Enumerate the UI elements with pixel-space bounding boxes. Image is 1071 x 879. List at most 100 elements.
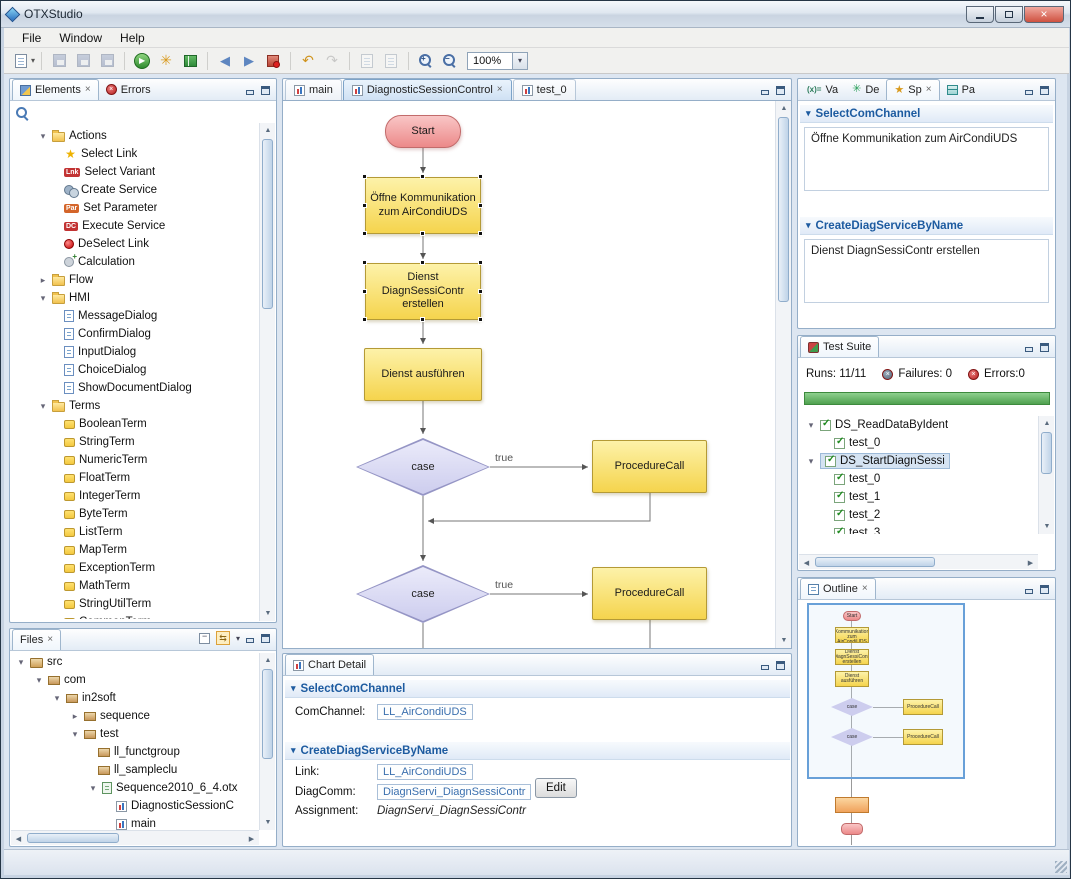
- tree-item-select-variant[interactable]: LnkSelect Variant: [12, 163, 258, 181]
- creatediagservice-description-text[interactable]: Dienst DiagnSessiContr erstellen: [804, 239, 1049, 303]
- tree-item-integerterm[interactable]: IntegerTerm: [12, 487, 258, 505]
- selection-handle[interactable]: [478, 174, 483, 179]
- tree-item-calculation[interactable]: Calculation: [12, 253, 258, 271]
- tree-item-terms[interactable]: Terms: [12, 397, 258, 415]
- selection-handle[interactable]: [420, 317, 425, 322]
- library-button[interactable]: [179, 50, 201, 72]
- mini-end-node[interactable]: [841, 823, 863, 835]
- expand-arrow[interactable]: [70, 728, 80, 740]
- collapse-all-icon[interactable]: [199, 633, 210, 644]
- tree-item-ds-startdiagnsessi[interactable]: DS_StartDiagnSessi: [800, 452, 1038, 470]
- tree-item-test-0b[interactable]: test_0: [800, 470, 1038, 488]
- tree-item-floatterm[interactable]: FloatTerm: [12, 469, 258, 487]
- expand-arrow[interactable]: [34, 674, 44, 686]
- tab-close-icon[interactable]: ×: [497, 85, 503, 95]
- zoom-out-button[interactable]: −: [439, 50, 461, 72]
- test-suite-minimize-icon[interactable]: [1025, 343, 1034, 352]
- save-button[interactable]: [48, 50, 70, 72]
- tree-item-listterm[interactable]: ListTerm: [12, 523, 258, 541]
- tab-test-0[interactable]: test_0: [513, 79, 576, 100]
- flow-decision-case-2[interactable]: case: [356, 565, 490, 623]
- outline-viewport[interactable]: [807, 603, 965, 779]
- tab-elements[interactable]: Elements ×: [12, 79, 99, 100]
- scrollbar-thumb[interactable]: [815, 557, 935, 567]
- outline-minimize-icon[interactable]: [1025, 585, 1034, 594]
- tab-diagnosticsessioncontrol[interactable]: DiagnosticSessionControl ×: [343, 79, 512, 100]
- save-as-button[interactable]: [72, 50, 94, 72]
- menu-help[interactable]: Help: [112, 29, 153, 47]
- undo-button[interactable]: ↶: [297, 50, 319, 72]
- scrollbar-thumb[interactable]: [262, 669, 273, 759]
- mini-action-node[interactable]: Dienst ausführen: [835, 671, 869, 687]
- expand-arrow[interactable]: [70, 710, 80, 722]
- tab-close-icon[interactable]: ×: [926, 85, 932, 95]
- tab-close-icon[interactable]: ×: [862, 584, 868, 594]
- tree-item-booleanterm[interactable]: BooleanTerm: [12, 415, 258, 433]
- run-button[interactable]: ▶: [131, 50, 153, 72]
- title-bar[interactable]: OTXStudio ×: [1, 1, 1070, 28]
- tree-item-numericterm[interactable]: NumericTerm: [12, 451, 258, 469]
- flow-action-selectcomchannel[interactable]: Öffne Kommunikation zum AirCondiUDS: [365, 177, 481, 234]
- files-hscrollbar[interactable]: ◀ ▶: [11, 830, 259, 845]
- tree-item-in2soft[interactable]: in2soft: [12, 689, 260, 707]
- chart-detail-minimize-icon[interactable]: [761, 661, 770, 670]
- test-suite-hscrollbar[interactable]: ◀ ▶: [799, 554, 1038, 569]
- section-selectcomchannel[interactable]: SelectComChannel: [285, 680, 790, 698]
- tree-item-hmi[interactable]: HMI: [12, 289, 258, 307]
- tree-item-commonterm[interactable]: CommonTerm: [12, 613, 258, 619]
- selection-handle[interactable]: [420, 260, 425, 265]
- tree-item-exceptionterm[interactable]: ExceptionTerm: [12, 559, 258, 577]
- properties-maximize-icon[interactable]: [1040, 86, 1049, 95]
- selection-handle[interactable]: [362, 289, 367, 294]
- editor-maximize-icon[interactable]: [776, 86, 785, 95]
- selection-handle[interactable]: [362, 317, 367, 322]
- selection-handle[interactable]: [478, 289, 483, 294]
- expand-arrow[interactable]: [806, 419, 816, 431]
- tree-item-messagedialog[interactable]: MessageDialog: [12, 307, 258, 325]
- link-value-link[interactable]: LL_AirCondiUDS: [377, 764, 473, 780]
- zoom-combo[interactable]: 100% ▾: [467, 52, 528, 70]
- tree-item-set-parameter[interactable]: ParSet Parameter: [12, 199, 258, 217]
- tab-errors[interactable]: × Errors: [99, 79, 158, 100]
- selection-handle[interactable]: [478, 203, 483, 208]
- files-maximize-icon[interactable]: [261, 634, 270, 643]
- tab-main[interactable]: main: [285, 79, 342, 100]
- tree-item-src[interactable]: src: [12, 653, 260, 671]
- files-vscrollbar[interactable]: ▲ ▼: [259, 653, 275, 830]
- test-suite-vscrollbar[interactable]: ▲ ▼: [1038, 416, 1054, 534]
- elements-scrollbar[interactable]: ▲ ▼: [259, 123, 275, 621]
- files-minimize-icon[interactable]: [246, 634, 255, 643]
- tree-item-com[interactable]: com: [12, 671, 260, 689]
- elements-maximize-icon[interactable]: [261, 86, 270, 95]
- import-package-button[interactable]: [262, 50, 284, 72]
- scrollbar-thumb[interactable]: [27, 833, 119, 843]
- tree-item-main[interactable]: main: [12, 815, 260, 831]
- selection-handle[interactable]: [362, 203, 367, 208]
- tree-item-inputdialog[interactable]: InputDialog: [12, 343, 258, 361]
- scrollbar-thumb[interactable]: [778, 117, 789, 302]
- tree-item-showdocumentdialog[interactable]: ShowDocumentDialog: [12, 379, 258, 397]
- mini-action-node[interactable]: Öffne Kommunikation zum AirCondiUDS: [835, 627, 869, 643]
- diagcomm-value-link[interactable]: DiagnServi_DiagnSessiContr: [377, 784, 531, 800]
- expand-arrow[interactable]: [88, 782, 98, 794]
- mini-action-node[interactable]: Dienst DiagnSessiContr erstellen: [835, 649, 869, 665]
- tree-item-ll-functgroup[interactable]: ll_functgroup: [12, 743, 260, 761]
- tree-item-test[interactable]: test: [12, 725, 260, 743]
- tree-item-confirmdialog[interactable]: ConfirmDialog: [12, 325, 258, 343]
- minimize-button[interactable]: [966, 6, 994, 23]
- tree-item-sequence-otx[interactable]: Sequence2010_6_4.otx: [12, 779, 260, 797]
- comchannel-value-link[interactable]: LL_AirCondiUDS: [377, 704, 473, 720]
- back-button[interactable]: ◀: [214, 50, 236, 72]
- outline-maximize-icon[interactable]: [1040, 585, 1049, 594]
- tree-item-actions[interactable]: Actions: [12, 127, 258, 145]
- zoom-in-button[interactable]: +: [415, 50, 437, 72]
- tree-item-execute-service[interactable]: DCExecute Service: [12, 217, 258, 235]
- section-creatediagservicebyname[interactable]: CreateDiagServiceByName: [285, 742, 790, 760]
- expand-arrow[interactable]: [38, 130, 48, 142]
- selection-handle[interactable]: [420, 174, 425, 179]
- menu-window[interactable]: Window: [51, 29, 110, 47]
- expand-arrow[interactable]: [38, 274, 48, 286]
- tab-parameters[interactable]: Pa: [940, 79, 982, 100]
- expand-arrow[interactable]: [806, 455, 816, 467]
- mini-procedurecall-node[interactable]: ProcedureCall: [903, 729, 943, 745]
